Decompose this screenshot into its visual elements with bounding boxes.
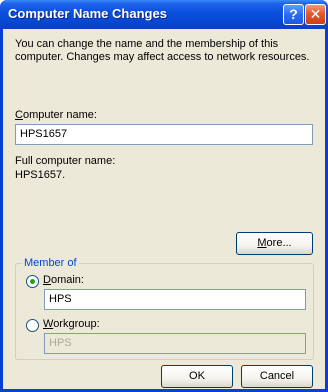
window-title: Computer Name Changes	[8, 6, 167, 21]
question-mark-icon: ?	[289, 6, 298, 22]
workgroup-radio[interactable]	[26, 319, 39, 332]
cancel-button[interactable]: Cancel	[241, 365, 313, 388]
title-bar[interactable]: Computer Name Changes ? ✕	[0, 0, 328, 29]
domain-radio[interactable]	[26, 275, 39, 288]
domain-label[interactable]: Domain:	[43, 274, 84, 286]
ok-button[interactable]: OK	[161, 365, 233, 388]
computer-name-changes-dialog: Computer Name Changes ? ✕ You can change…	[0, 0, 328, 392]
member-of-group: Member of Domain: HPS Workgroup: HPS	[15, 256, 314, 360]
full-computer-name-label: Full computer name:	[15, 155, 116, 167]
more-button[interactable]: More...	[236, 232, 313, 255]
dialog-body: You can change the name and the membersh…	[3, 29, 325, 389]
close-icon: ✕	[309, 6, 322, 22]
computer-name-label: Computer name:	[15, 109, 97, 121]
computer-name-input[interactable]: HPS1657	[15, 124, 313, 145]
radio-selected-dot	[30, 279, 35, 284]
close-button[interactable]: ✕	[305, 4, 326, 25]
member-of-legend: Member of	[22, 256, 79, 270]
help-button[interactable]: ?	[283, 4, 304, 25]
description-text: You can change the name and the membersh…	[15, 38, 310, 63]
workgroup-input[interactable]: HPS	[44, 333, 306, 354]
domain-input[interactable]: HPS	[44, 289, 306, 310]
workgroup-label[interactable]: Workgroup:	[43, 318, 100, 330]
full-computer-name-value: HPS1657.	[15, 169, 66, 181]
